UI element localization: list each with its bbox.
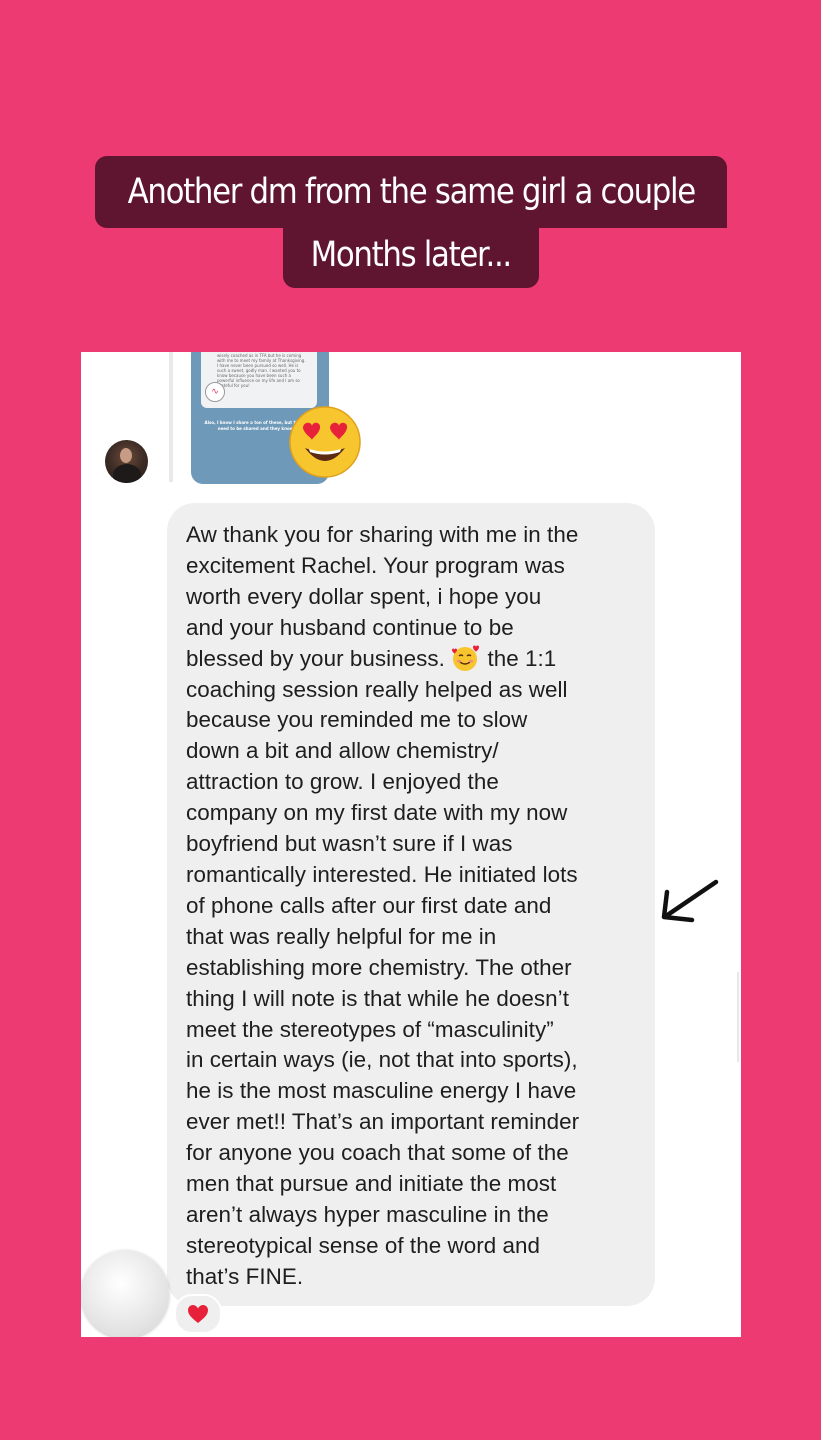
scroll-indicator	[737, 972, 739, 1062]
message-line: ever met!! That’s an important reminder	[186, 1109, 580, 1135]
message-line: of phone calls after our first date and	[186, 892, 552, 918]
message-line: thing I will note is that while he doesn…	[186, 985, 569, 1011]
message-line: for anyone you coach that some of the	[186, 1140, 569, 1166]
story-mini-avatar-icon: ∿	[205, 382, 225, 402]
message-line: excitement Rachel. Your program was	[186, 552, 565, 578]
message-line: aren’t always hyper masculine in the	[186, 1201, 549, 1227]
message-line: stereotypical sense of the word and	[186, 1232, 540, 1258]
smiling-face-with-hearts-emoji	[452, 645, 480, 671]
message-line: worth every dollar spent, i hope you	[186, 583, 542, 609]
story-tiny-text: wisely coached as in TFA but he is comin…	[217, 353, 306, 388]
caption-line-1: Another dm from the same girl a couple	[95, 156, 727, 228]
dm-screenshot: wisely coached as in TFA but he is comin…	[81, 352, 741, 1337]
story-inner-card: wisely coached as in TFA but he is comin…	[201, 352, 317, 408]
message-line: meet the stereotypes of “masculinity”	[186, 1016, 554, 1042]
message-line: the 1:1	[487, 645, 557, 671]
heart-reaction-icon	[188, 1305, 208, 1323]
caption-text-2: Months later...	[310, 235, 513, 275]
message-text: Aw thank you for sharing with me in the …	[186, 520, 652, 1293]
message-line: boyfriend but wasn’t sure if I was	[186, 831, 513, 857]
message-line: attraction to grow. I enjoyed the	[186, 769, 499, 795]
heart-eyes-emoji	[289, 406, 361, 478]
message-line: men that pursue and initiate the most	[186, 1171, 557, 1197]
message-line: that’s FINE.	[186, 1263, 304, 1289]
message-line: romantically interested. He initiated lo…	[186, 861, 578, 887]
message-line: blessed by your business.	[186, 645, 445, 671]
message-line: Aw thank you for sharing with me in the	[186, 522, 579, 547]
message-line: and your husband continue to be	[186, 614, 514, 640]
reply-thread-line	[169, 352, 173, 482]
avatar-face	[120, 448, 132, 463]
message-line: in certain ways (ie, not that into sport…	[186, 1047, 578, 1073]
message-line: he is the most masculine energy I have	[186, 1078, 577, 1104]
message-line: down a bit and allow chemistry/	[186, 738, 499, 764]
caption-text-1: Another dm from the same girl a couple	[127, 172, 696, 212]
home-button-overlay[interactable]	[81, 1250, 169, 1337]
avatar[interactable]	[105, 440, 148, 483]
arrow-annotation-icon	[661, 879, 719, 923]
message-line: that was really helpful for me in	[186, 923, 497, 949]
message-line: coaching session really helped as well	[186, 676, 568, 702]
avatar-body	[113, 464, 141, 483]
message-line: company on my first date with my now	[186, 800, 568, 826]
caption-line-2: Months later...	[283, 222, 539, 288]
heart-reaction-badge[interactable]	[174, 1294, 222, 1334]
message-line: establishing more chemistry. The other	[186, 954, 572, 980]
message-line: because you reminded me to slow	[186, 707, 528, 733]
